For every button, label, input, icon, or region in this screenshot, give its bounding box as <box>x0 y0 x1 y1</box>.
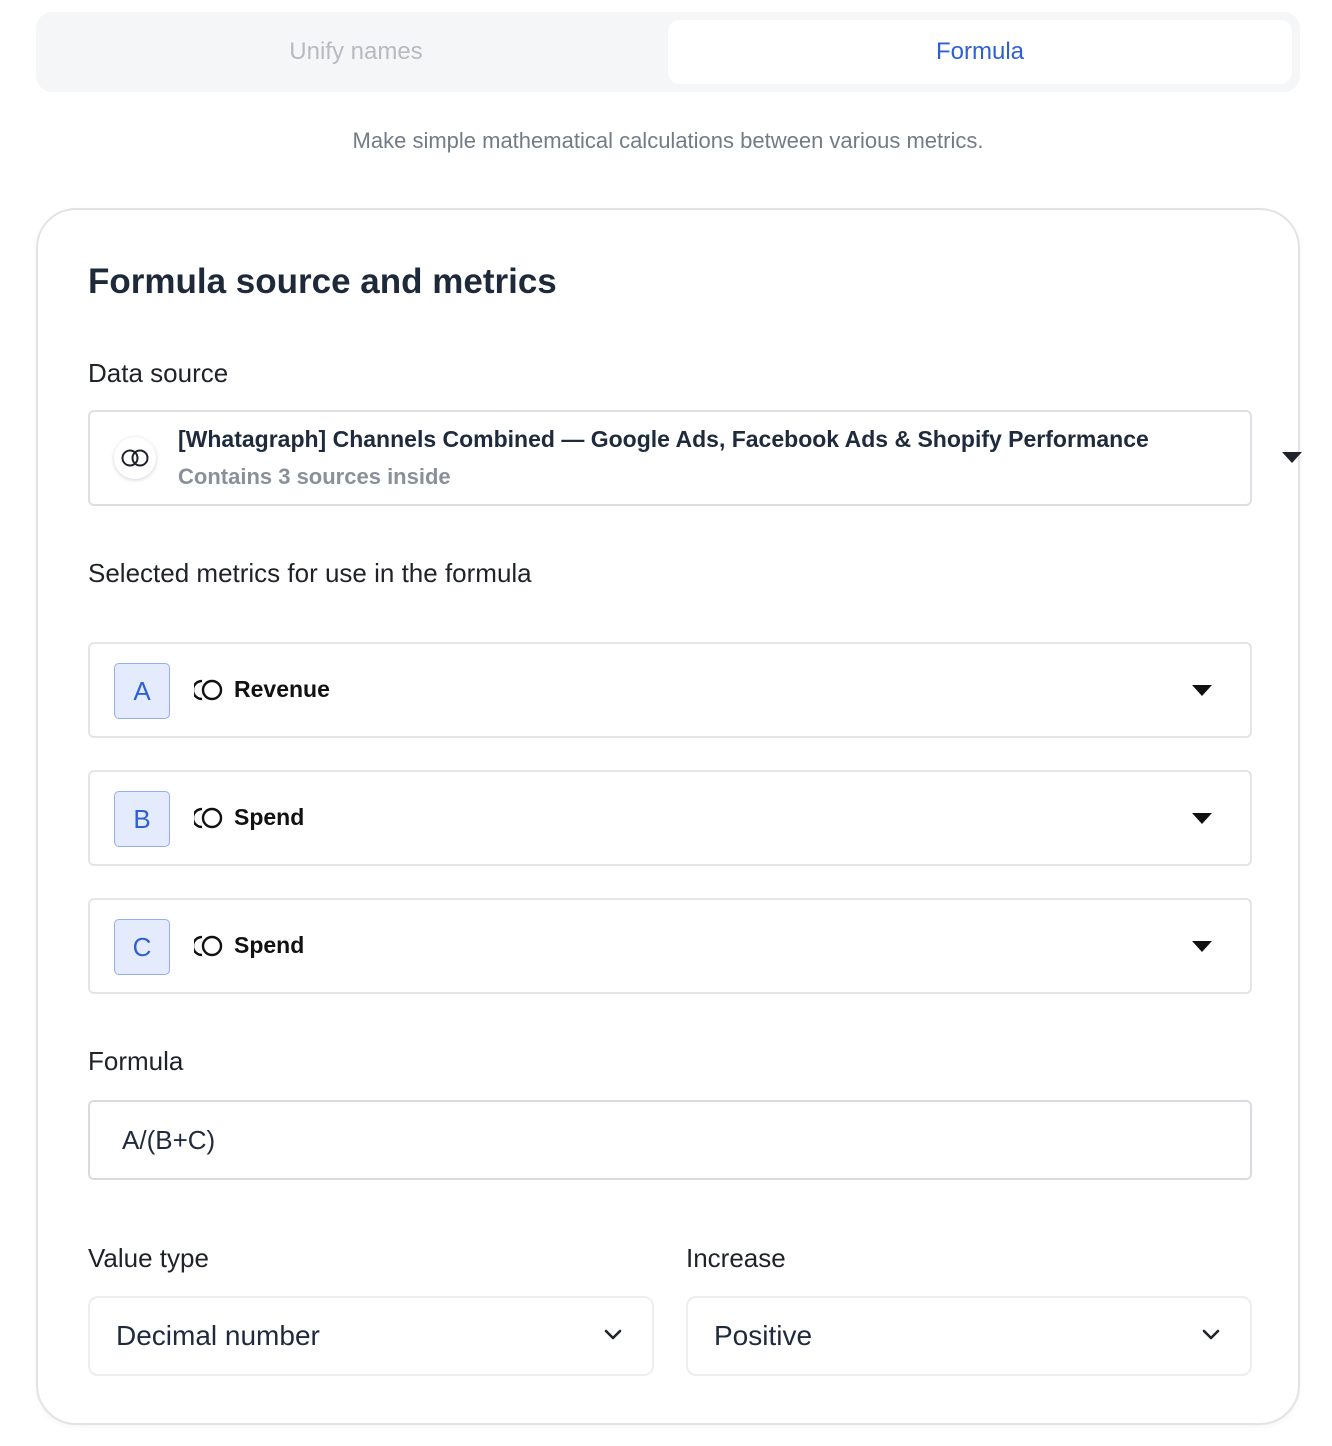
tab-formula[interactable]: Formula <box>668 20 1292 84</box>
value-type-value: Decimal number <box>116 1320 320 1351</box>
caret-down-icon[interactable] <box>1192 685 1212 696</box>
formula-input[interactable]: A/(B+C) <box>88 1100 1252 1180</box>
channels-combined-icon <box>194 679 223 701</box>
increase-label: Increase <box>686 1243 786 1273</box>
metrics-label: Selected metrics for use in the formula <box>88 558 532 588</box>
metric-name: Spend <box>234 932 305 958</box>
chevron-down-icon <box>1202 1329 1220 1340</box>
caret-down-icon[interactable] <box>1282 452 1302 463</box>
increase-value: Positive <box>714 1320 813 1351</box>
data-source-label: Data source <box>88 358 229 388</box>
tab-bar: Unify names Formula <box>36 12 1300 92</box>
formula-card: Formula source and metrics Data source [… <box>36 208 1302 1425</box>
metric-row-b[interactable]: B Spend <box>88 770 1252 866</box>
caret-down-icon[interactable] <box>1192 941 1212 952</box>
value-type-select[interactable]: Decimal number <box>88 1296 654 1376</box>
metric-name: Spend <box>234 804 305 830</box>
chevron-down-icon <box>604 1329 622 1340</box>
caret-down-icon[interactable] <box>1192 813 1212 824</box>
metric-row-a[interactable]: A Revenue <box>88 642 1252 738</box>
increase-select[interactable]: Positive <box>686 1296 1252 1376</box>
metric-row-c[interactable]: C Spend <box>88 898 1252 994</box>
metric-letter-badge: A <box>114 663 170 719</box>
linked-circles-icon <box>114 437 156 479</box>
channels-combined-icon <box>194 935 223 957</box>
metric-letter-badge: B <box>114 791 170 847</box>
data-source-select[interactable]: [Whatagraph] Channels Combined — Google … <box>88 410 1302 506</box>
data-source-name: [Whatagraph] Channels Combined — Google … <box>178 426 1149 452</box>
card-title: Formula source and metrics <box>88 262 557 301</box>
page-description: Make simple mathematical calculations be… <box>352 128 984 153</box>
formula-label: Formula <box>88 1046 184 1076</box>
value-type-label: Value type <box>88 1243 209 1273</box>
channels-combined-icon <box>194 807 223 829</box>
data-source-subtext: Contains 3 sources inside <box>178 464 451 489</box>
metric-letter-badge: C <box>114 919 170 975</box>
tab-unify-names[interactable]: Unify names <box>44 20 668 84</box>
metric-name: Revenue <box>234 676 330 702</box>
